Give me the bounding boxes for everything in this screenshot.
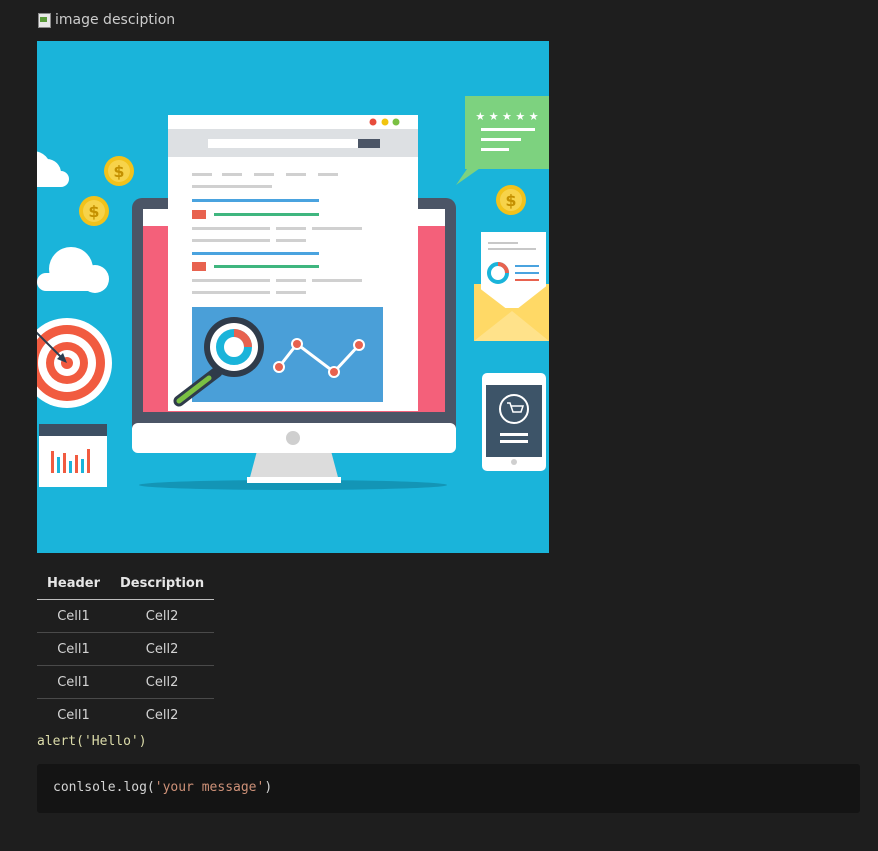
coin-symbol: $ [88,202,99,221]
inline-code: alert('Hello') [37,734,147,749]
table-cell: Cell2 [110,599,215,633]
table-row: Cell1 Cell2 [37,632,215,666]
coin-icon: $ [496,185,526,215]
coin-icon: $ [104,156,134,186]
code-block: conlsole.log('your message') [37,764,860,813]
table-cell: Cell1 [37,632,111,666]
broken-image-alt-text: image desciption [55,12,176,28]
table-row: Cell1 Cell2 [37,665,215,699]
table-cell: Cell2 [110,632,215,666]
table-cell: Cell2 [145,707,179,723]
code-prefix: conlsole.log( [53,780,155,795]
broken-image-icon [37,12,53,28]
data-table: Header Description Cell1 Cell2 Cell1 Cel… [37,568,215,732]
table-row: Cell1 Cell2 [37,599,215,633]
table-cell: Cell1 [57,707,90,723]
table-header-cell: Header [37,568,111,600]
envelope-report-icon [474,232,549,341]
browser-window [168,115,418,411]
coin-symbol: $ [505,191,516,210]
table-cell: Cell1 [37,599,111,633]
coin-symbol: $ [113,162,124,181]
broken-image: image desciption [37,10,175,30]
code-suffix: ) [264,780,273,795]
hero-illustration: $ $ $ ★ ★ ★ ★ ★ [37,41,549,553]
phone-icon [482,373,546,471]
table-header-row: Header Description [37,568,215,600]
table-cell: Cell1 [37,665,111,699]
calendar-chart-icon [39,424,107,487]
coin-icon: $ [79,196,109,226]
rating-stars: ★ ★ ★ ★ ★ [475,110,538,123]
table-cell: Cell2 [110,665,215,699]
table-row: Cell1 Cell2 [37,699,214,732]
code-string: 'your message' [154,780,265,795]
table-header-cell: Description [110,568,215,600]
